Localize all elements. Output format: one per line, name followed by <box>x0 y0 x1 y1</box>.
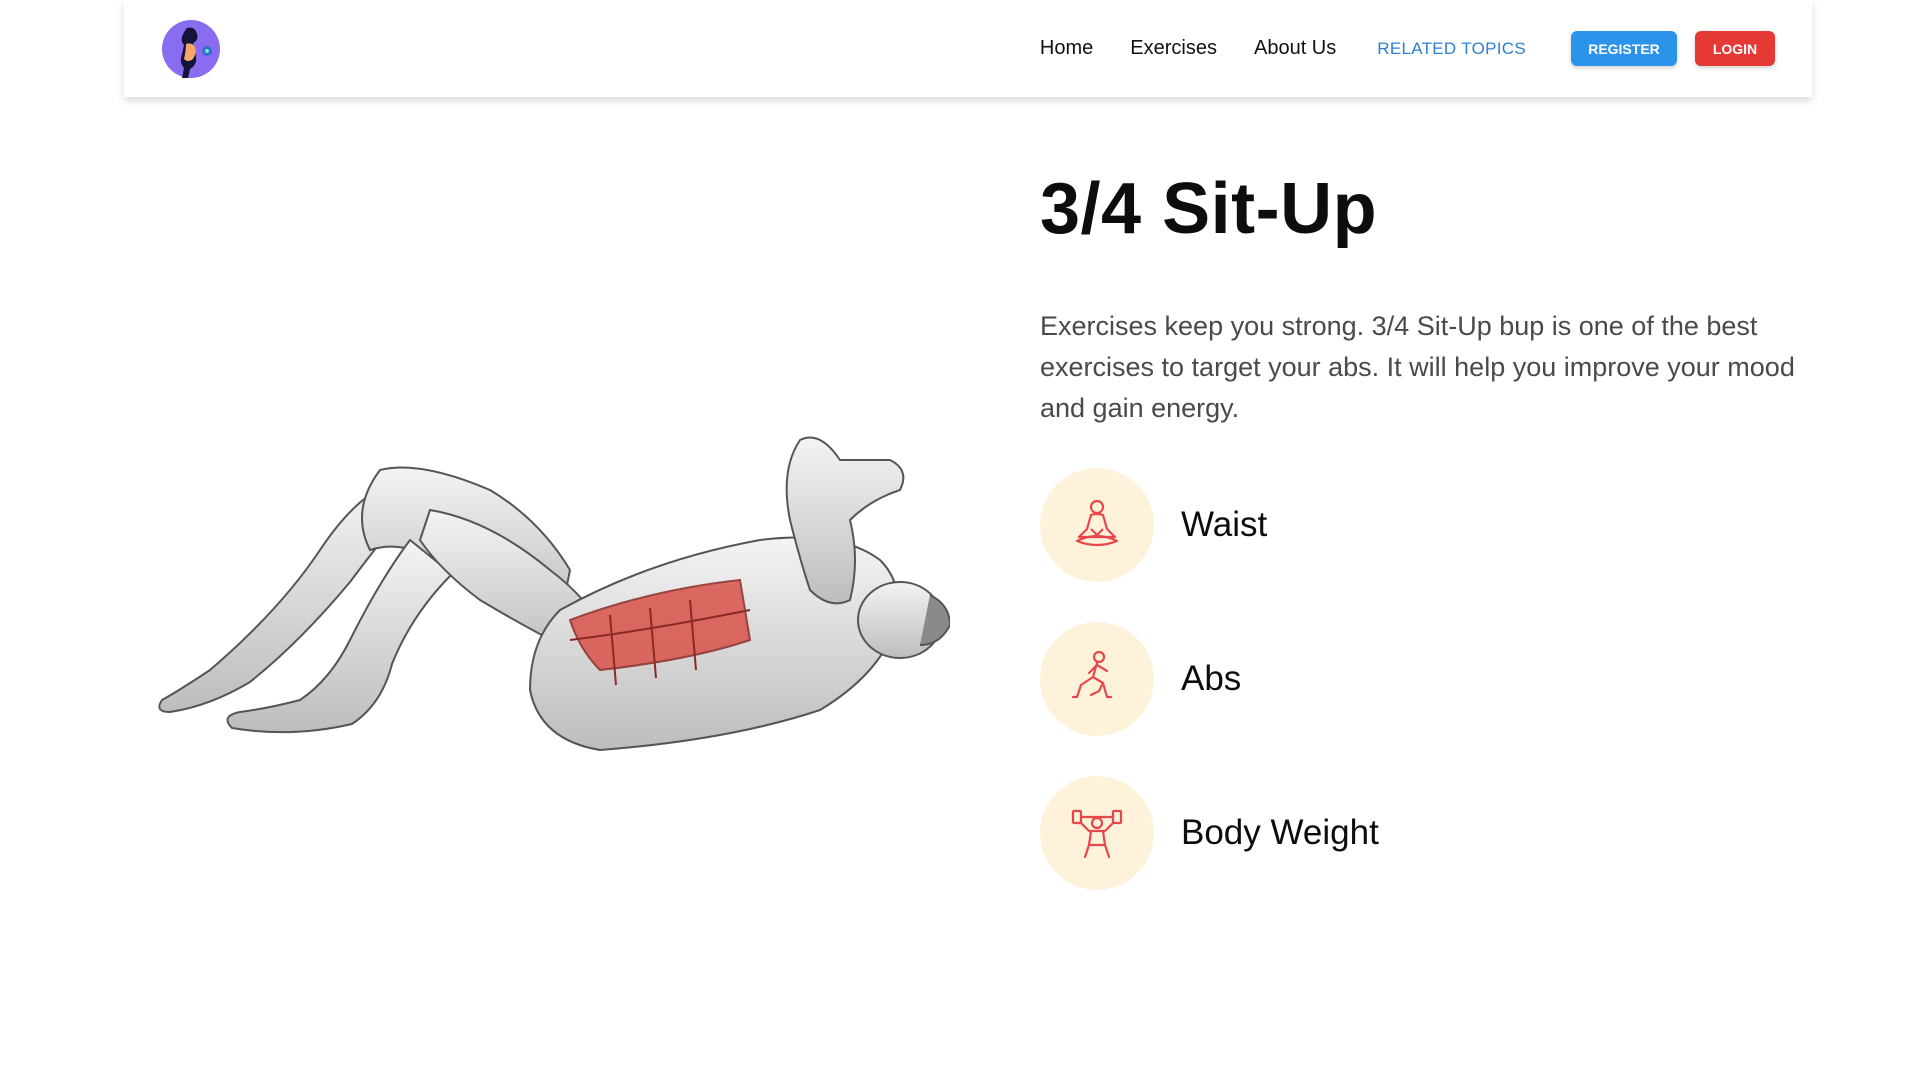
related-topics-link[interactable]: RELATED TOPICS <box>1377 39 1526 59</box>
exercise-title: 3/4 Sit-Up <box>1040 169 1378 249</box>
tag-label: Abs <box>1181 659 1242 698</box>
tag-body-weight: Body Weight <box>1040 776 1379 890</box>
logo-icon[interactable] <box>162 20 220 78</box>
meditation-icon <box>1075 499 1119 547</box>
register-button[interactable]: REGISTER <box>1571 31 1677 66</box>
exercise-description: Exercises keep you strong. 3/4 Sit-Up bu… <box>1040 311 1795 423</box>
tag-label: Body Weight <box>1181 813 1379 852</box>
tag-icon-circle <box>1040 468 1154 582</box>
tag-icon-circle <box>1040 776 1154 890</box>
tag-waist: Waist <box>1040 468 1379 582</box>
exercise-illustration <box>158 436 950 752</box>
tag-icon-circle <box>1040 622 1154 736</box>
weightlifter-icon <box>1071 809 1123 859</box>
nav-about-link[interactable]: About Us <box>1254 37 1336 60</box>
navbar: Home Exercises About Us RELATED TOPICS R… <box>124 0 1812 97</box>
tag-label: Waist <box>1181 505 1268 544</box>
nav-exercises-link[interactable]: Exercises <box>1130 37 1217 60</box>
lunge-icon <box>1071 650 1113 699</box>
tag-abs: Abs <box>1040 622 1379 736</box>
login-button[interactable]: LOGIN <box>1695 31 1775 66</box>
exercise-tags: Waist Abs Body Weight <box>1040 468 1379 930</box>
nav-home-link[interactable]: Home <box>1040 37 1093 60</box>
nav-links: Home Exercises About Us RELATED TOPICS R… <box>1040 0 1812 97</box>
